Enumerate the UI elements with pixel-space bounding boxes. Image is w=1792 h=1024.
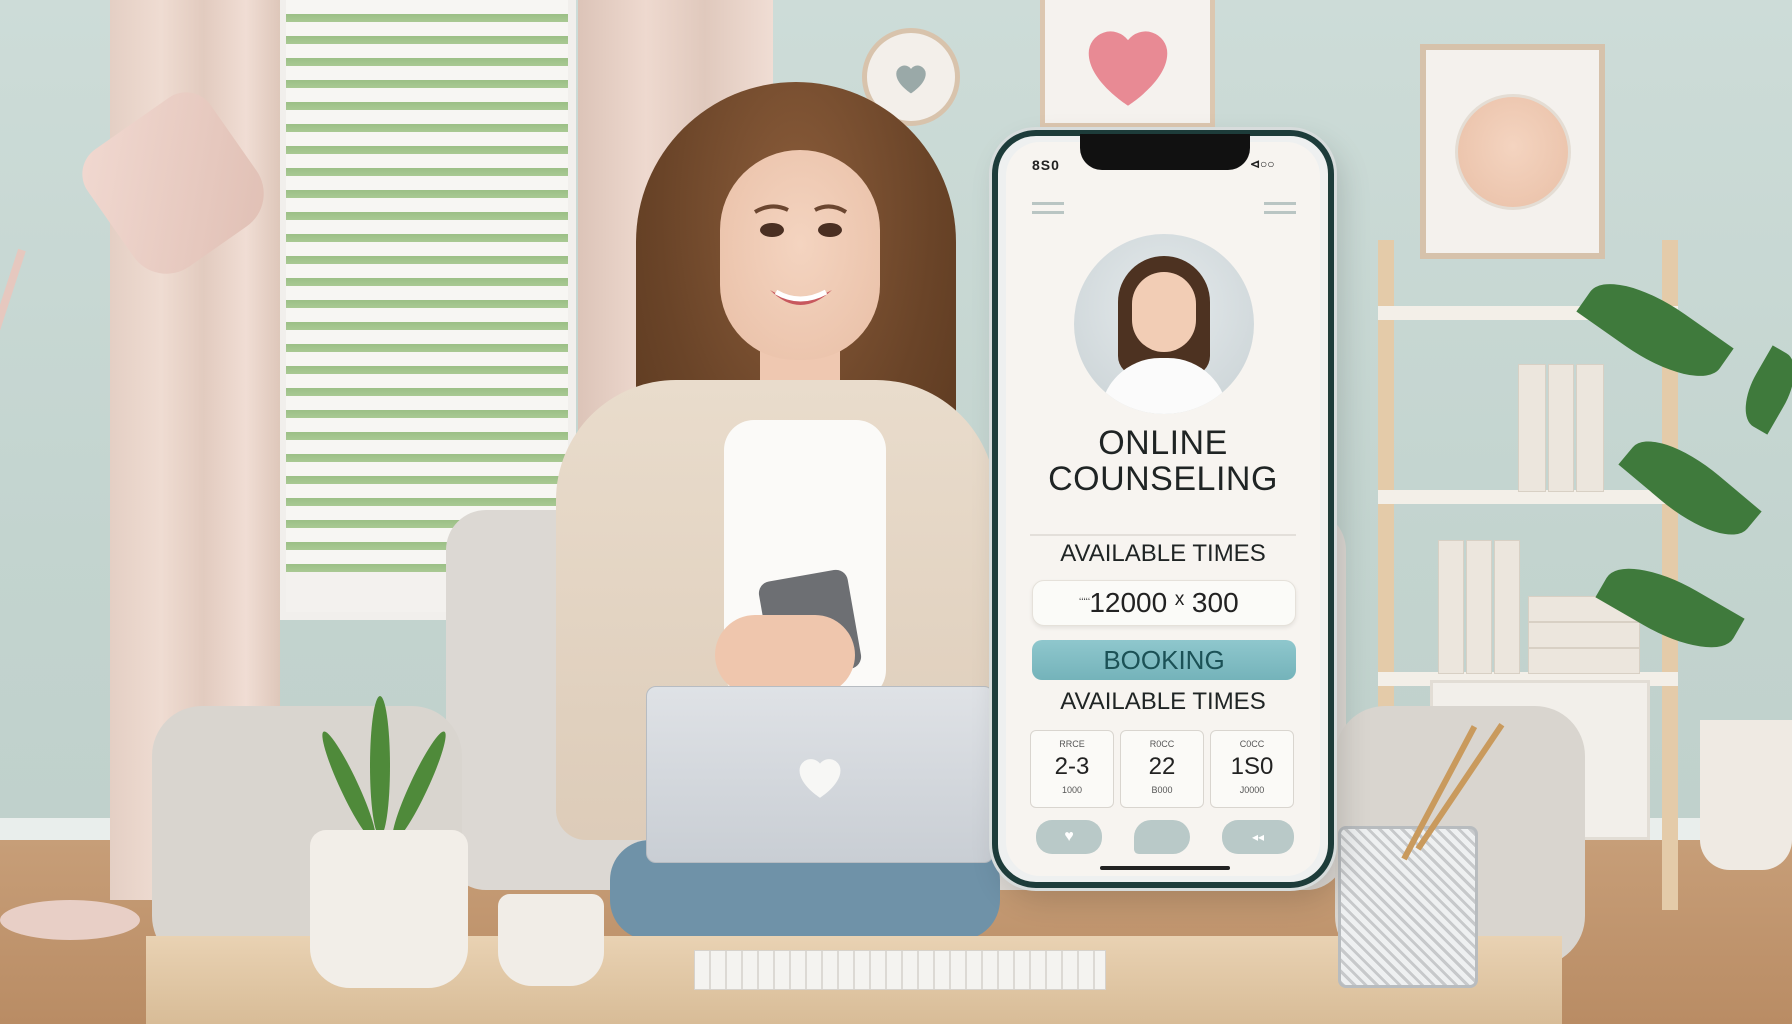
slot-label: R0CC bbox=[1149, 739, 1175, 749]
available-times-heading-2: AVAILABLE TIMES bbox=[1060, 688, 1266, 715]
plant-pot-left bbox=[310, 830, 468, 988]
face-features bbox=[753, 204, 848, 305]
status-bar-icons: ⊲○○ bbox=[1250, 157, 1275, 171]
slot-sub: B000 bbox=[1151, 785, 1173, 795]
framed-clock-picture bbox=[1420, 44, 1605, 259]
home-indicator bbox=[1100, 866, 1230, 870]
phone-notch bbox=[1080, 134, 1250, 170]
clock-icon bbox=[1454, 93, 1571, 210]
more-icon: ◂◂ bbox=[1251, 830, 1265, 844]
time-display-field[interactable]: ʻʻʻʻʻ 12000 ˣ 300 bbox=[1032, 580, 1296, 626]
slot-value: 1S0 bbox=[1230, 753, 1274, 780]
potted-succulent bbox=[300, 676, 480, 846]
floor-lamp-base bbox=[0, 900, 140, 940]
keyboard bbox=[694, 950, 1106, 990]
menu-icon-left[interactable] bbox=[1032, 202, 1064, 214]
time-display-value: 12000 ˣ 300 bbox=[1089, 587, 1239, 618]
ceramic-cup bbox=[498, 894, 604, 986]
heart-icon: ♥ bbox=[1064, 828, 1074, 845]
heart-icon bbox=[799, 758, 841, 798]
nav-chat-button[interactable] bbox=[1134, 820, 1190, 854]
slot-sub: 1000 bbox=[1061, 785, 1083, 795]
status-bar-time: 8S0 bbox=[1032, 157, 1060, 173]
slot-sub: J0000 bbox=[1239, 785, 1265, 795]
slot-value: 22 bbox=[1148, 753, 1176, 780]
time-slot[interactable]: RRCE 2-3 1000 bbox=[1030, 730, 1114, 808]
app-title-line-1: ONLINE bbox=[1098, 424, 1228, 462]
booking-button[interactable]: BOOKING bbox=[1032, 640, 1296, 680]
plant-pot-right bbox=[1700, 720, 1792, 870]
laptop bbox=[646, 686, 994, 863]
time-slot[interactable]: C0CC 1S0 J0000 bbox=[1210, 730, 1294, 808]
time-slot[interactable]: R0CC 22 B000 bbox=[1120, 730, 1204, 808]
counselor-avatar bbox=[1074, 234, 1254, 414]
nav-more-button[interactable]: ◂◂ bbox=[1222, 820, 1294, 854]
woman-hand bbox=[715, 615, 855, 695]
nav-heart-button[interactable]: ♥ bbox=[1036, 820, 1102, 854]
slot-label: RRCE bbox=[1059, 739, 1085, 749]
app-title-line-2: COUNSELING bbox=[1048, 460, 1278, 498]
heart-icon bbox=[1088, 30, 1167, 106]
window-blinds bbox=[286, 0, 568, 572]
woman-face bbox=[720, 150, 880, 360]
time-display-prefix: ʻʻʻʻʻ bbox=[1079, 597, 1091, 608]
framed-heart-picture bbox=[1040, 0, 1215, 128]
slot-value: 2-3 bbox=[1054, 753, 1090, 780]
available-times-heading: AVAILABLE TIMES bbox=[1060, 540, 1266, 567]
menu-icon-right[interactable] bbox=[1264, 202, 1296, 214]
divider bbox=[1030, 534, 1296, 536]
pencil-holder bbox=[1338, 722, 1505, 988]
slot-label: C0CC bbox=[1239, 739, 1265, 749]
heart-icon bbox=[896, 65, 926, 94]
